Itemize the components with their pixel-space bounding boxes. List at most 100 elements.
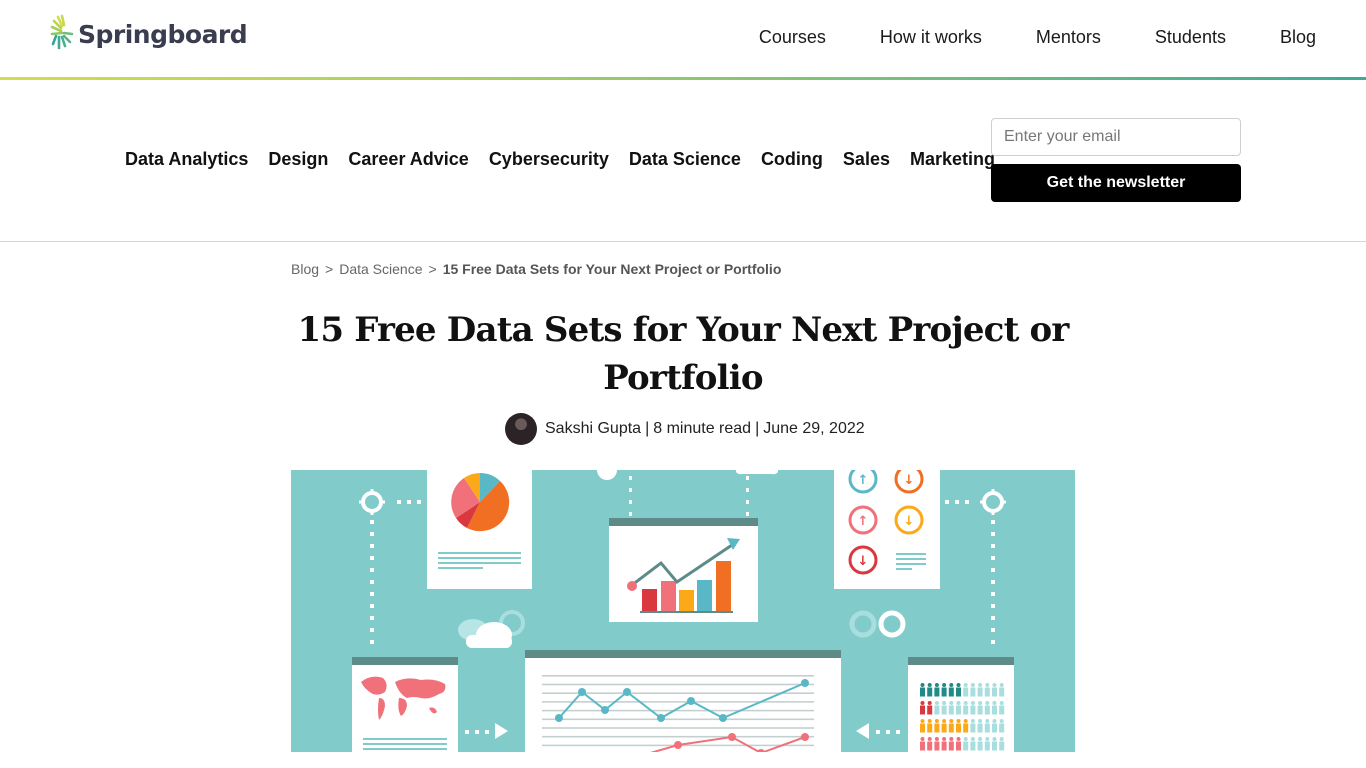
person-icon [970,687,976,697]
svg-text:↓: ↓ [904,473,915,488]
category-design[interactable]: Design [268,149,328,170]
person-icon [978,683,983,687]
cloud-icon [458,610,525,648]
author-avatar[interactable] [505,413,537,445]
person-icon [970,737,975,741]
line-point [623,688,631,696]
person-icon [956,701,961,705]
person-icon [985,701,990,705]
svg-text:↑: ↑ [858,473,869,488]
nav-courses[interactable]: Courses [759,27,826,48]
bar-chart-card [609,518,758,622]
person-icon [948,741,954,751]
gear-icon [980,489,1006,515]
author-name[interactable]: Sakshi Gupta [545,420,641,438]
category-career-advice[interactable]: Career Advice [348,149,468,170]
gridline [542,675,814,677]
meta-divider: | [645,420,650,437]
person-icon [999,687,1005,697]
person-icon [949,719,954,723]
person-icon [927,723,933,733]
person-icon [920,719,925,723]
person-icon [970,701,975,705]
person-icon [970,741,976,751]
person-icon [992,737,997,741]
breadcrumb-separator: > [428,261,437,277]
gridline [542,718,814,721]
person-icon [934,723,940,733]
person-icon [941,687,947,697]
publish-date: June 29, 2022 [763,420,865,437]
person-icon [992,701,997,705]
springboard-logo-icon [50,14,74,50]
category-data-science[interactable]: Data Science [629,149,741,170]
brand-name: Springboard [78,19,248,49]
person-icon [978,719,983,723]
person-icon [920,723,925,733]
person-icon [934,701,939,705]
newsletter-email-input[interactable] [991,118,1241,156]
person-icon [963,687,969,697]
person-icon [949,701,954,705]
person-icon [941,705,947,715]
breadcrumb-data-science[interactable]: Data Science [339,261,422,277]
person-icon [956,705,961,715]
springboard-logo[interactable]: Springboard [50,14,248,54]
gear-icon [849,610,906,638]
svg-text:↓: ↓ [904,514,915,529]
person-icon [927,687,933,697]
nav-students[interactable]: Students [1155,27,1226,48]
gridline [542,727,814,729]
breadcrumb-blog[interactable]: Blog [291,261,319,277]
person-icon [992,683,997,687]
person-icon [999,741,1005,751]
person-icon [984,741,990,751]
person-icon [977,723,983,733]
nav-how-it-works[interactable]: How it works [880,27,982,48]
person-icon [942,701,947,705]
line-point [801,679,809,687]
person-icon [942,737,947,741]
svg-text:↑: ↑ [858,514,869,529]
category-cybersecurity[interactable]: Cybersecurity [489,149,609,170]
article-title: 15 Free Data Sets for Your Next Project … [297,310,1069,398]
person-icon [992,719,997,723]
nav-mentors[interactable]: Mentors [1036,27,1101,48]
person-icon [920,687,925,697]
person-icon [948,687,954,697]
person-icon [970,723,976,733]
person-icon [977,705,983,715]
person-icon [985,737,990,741]
person-icon [927,719,932,723]
person-icon [956,683,961,687]
line-chart-card [525,650,841,752]
person-icon [934,737,939,741]
nav-blog[interactable]: Blog [1280,27,1316,48]
world-map-card [352,657,458,752]
person-icon [992,705,997,715]
line-point [801,733,809,741]
line-point [687,697,695,705]
category-marketing[interactable]: Marketing [910,149,995,170]
category-sales[interactable]: Sales [843,149,890,170]
person-icon [949,683,954,687]
person-icon [963,719,968,723]
category-data-analytics[interactable]: Data Analytics [125,149,248,170]
person-icon [949,737,954,741]
gridline [542,735,814,738]
person-icon [984,723,990,733]
person-icon [963,741,969,751]
person-icon [948,705,954,715]
person-icon [999,719,1004,723]
person-icon [934,705,940,715]
get-newsletter-button[interactable]: Get the newsletter [991,164,1241,202]
people-grid-card [908,657,1014,752]
person-icon [999,701,1004,705]
person-icon [956,719,961,723]
person-icon [992,741,997,751]
person-icon [934,683,939,687]
category-coding[interactable]: Coding [761,149,823,170]
hero-image: ↑ ↓ ↑ ↓ ↓ [291,470,1075,752]
person-icon [920,705,925,715]
article-meta: Sakshi Gupta | 8 minute read | June 29, … [505,413,865,445]
